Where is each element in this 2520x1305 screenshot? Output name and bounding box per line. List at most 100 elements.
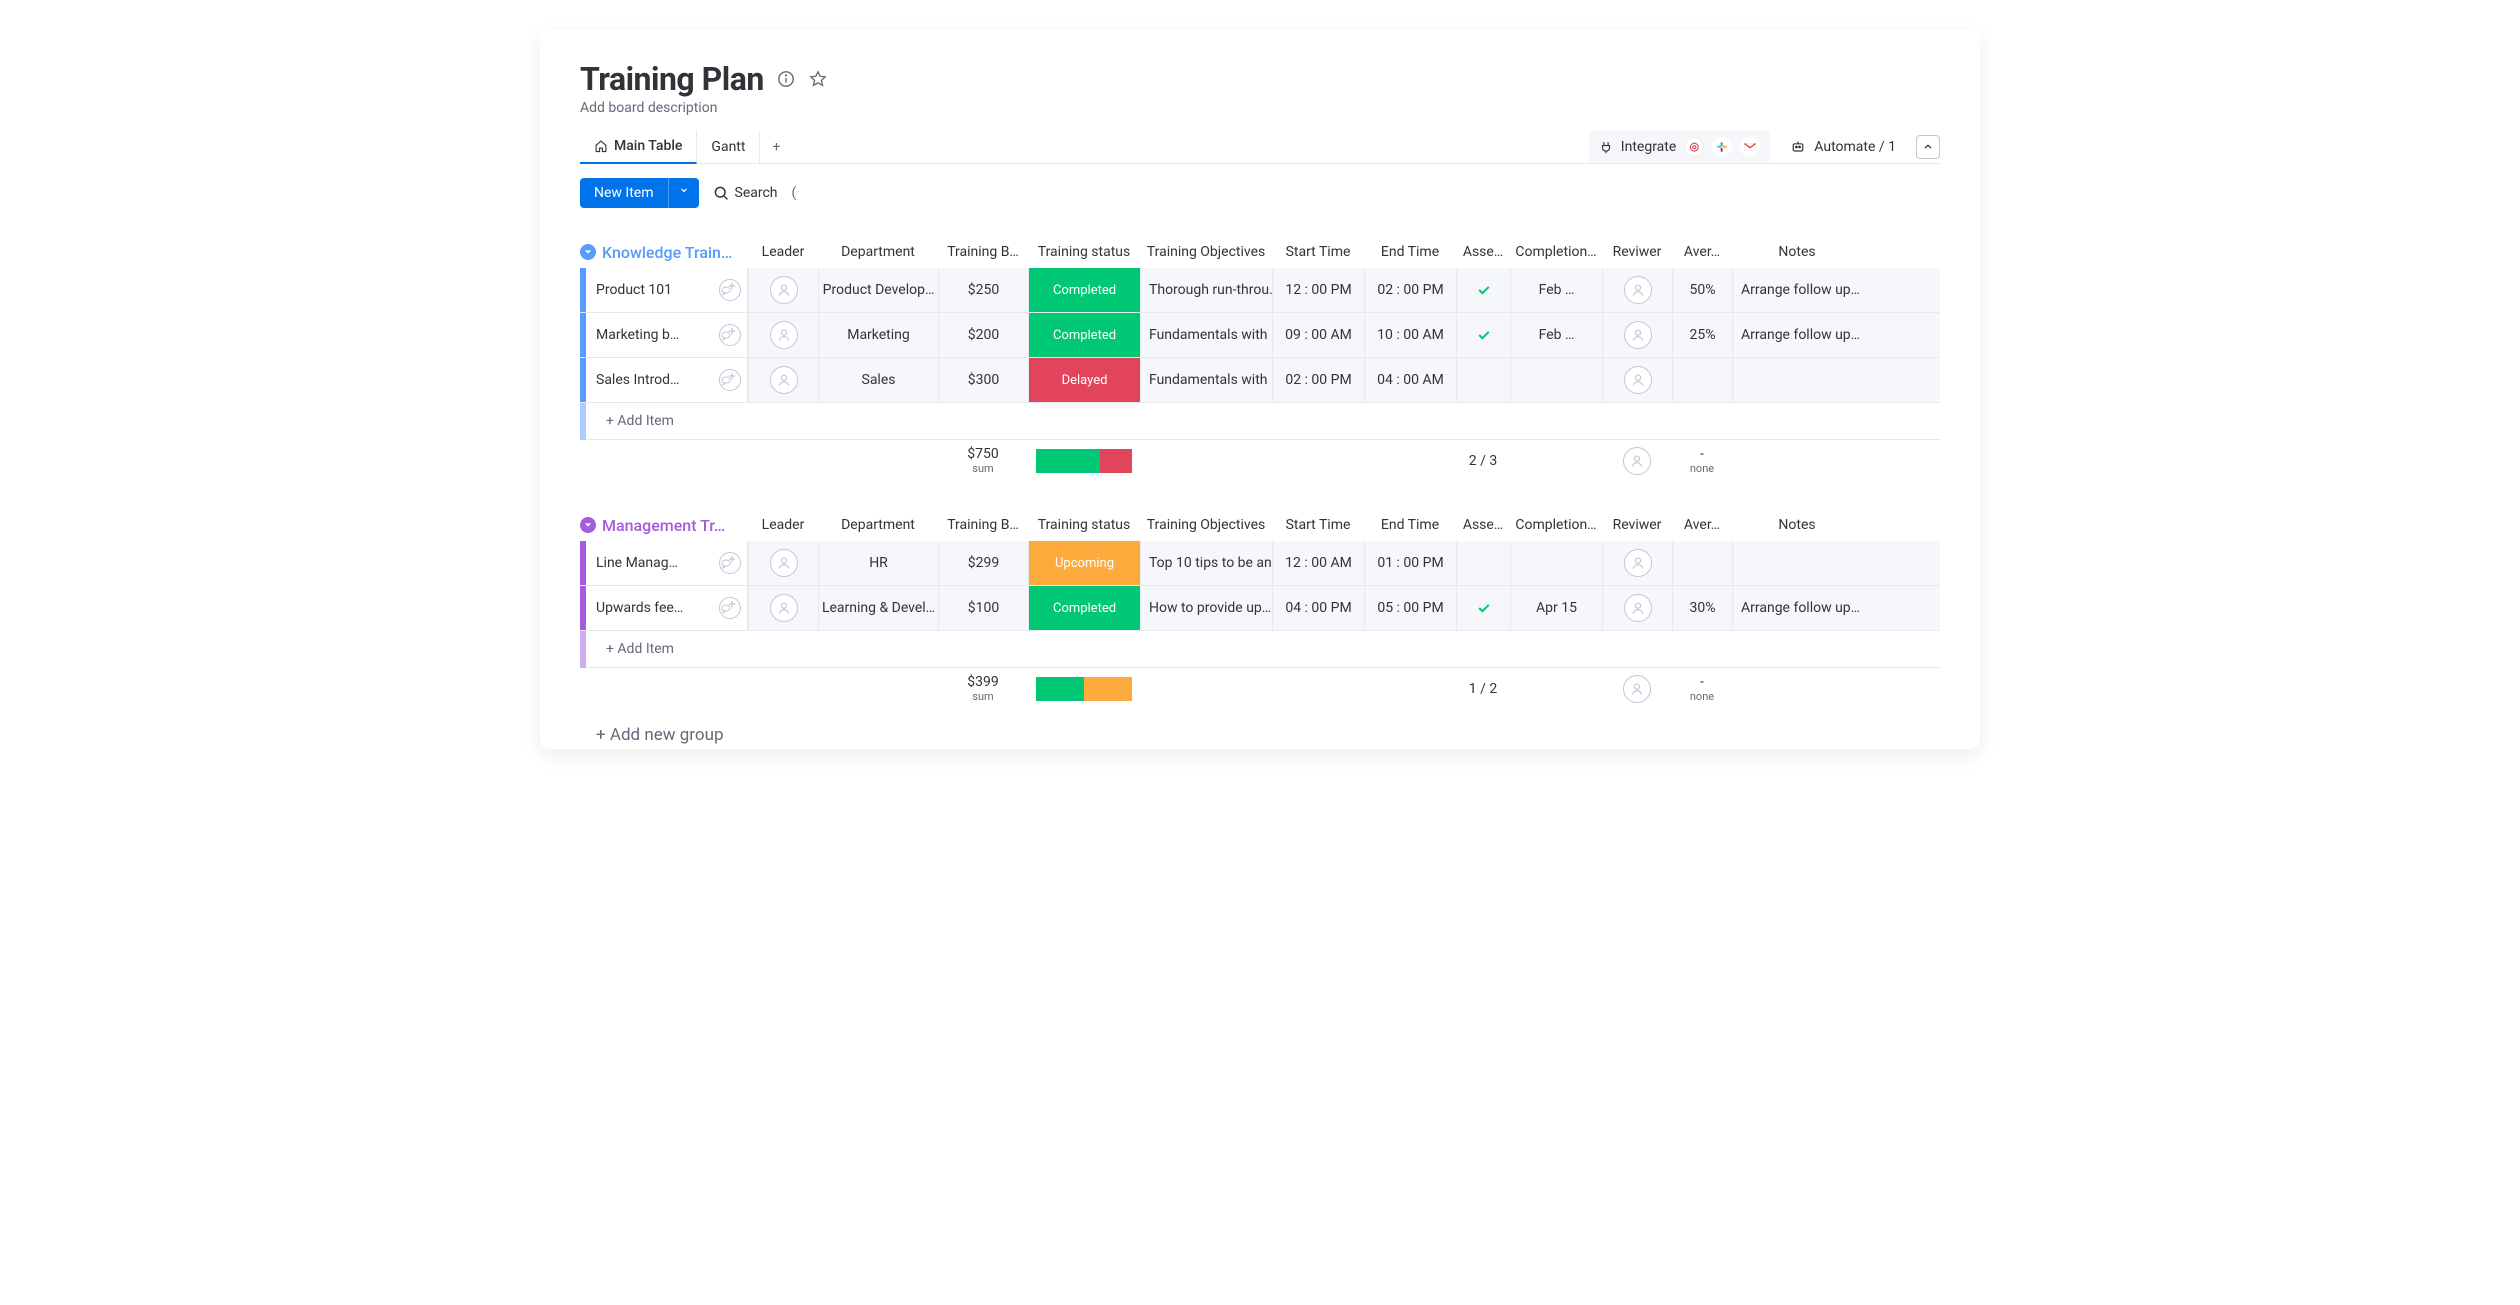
assessment-cell[interactable] [1456, 313, 1510, 357]
status-cell[interactable]: Upcoming [1028, 541, 1140, 585]
table-row[interactable]: Marketing b… Marketing $200 Completed Fu… [580, 313, 1940, 358]
notes-cell[interactable]: Arrange follow up… [1732, 586, 1862, 630]
leader-cell[interactable] [748, 268, 818, 312]
conversation-icon[interactable] [719, 597, 741, 619]
col-notes[interactable]: Notes [1732, 509, 1862, 541]
collapse-header-button[interactable] [1916, 135, 1940, 159]
automate-button[interactable]: Automate / 1 [1780, 133, 1906, 161]
tab-main-table[interactable]: Main Table [580, 130, 697, 164]
col-start-time[interactable]: Start Time [1272, 236, 1364, 268]
group-collapse-button[interactable] [580, 517, 596, 533]
budget-cell[interactable]: $300 [938, 358, 1028, 402]
end-time-cell[interactable]: 05 : 00 PM [1364, 586, 1456, 630]
new-item-button[interactable]: New Item [580, 178, 699, 208]
objectives-cell[interactable]: Fundamentals with … [1140, 358, 1272, 402]
leader-cell[interactable] [748, 358, 818, 402]
department-cell[interactable]: Learning & Devel… [818, 586, 938, 630]
notes-cell[interactable] [1732, 358, 1862, 402]
table-row[interactable]: Sales Introd… Sales $300 Delayed Fundame… [580, 358, 1940, 403]
item-name-cell[interactable]: Marketing b… [586, 313, 748, 357]
add-view-button[interactable]: + [760, 131, 792, 163]
conversation-icon[interactable] [719, 552, 741, 574]
average-cell[interactable]: 25% [1672, 313, 1732, 357]
col-end-time[interactable]: End Time [1364, 509, 1456, 541]
add-item-button[interactable]: + Add Item [586, 631, 1940, 668]
average-cell[interactable] [1672, 358, 1732, 402]
item-name-cell[interactable]: Upwards fee… [586, 586, 748, 630]
new-item-label[interactable]: New Item [580, 178, 668, 208]
completion-cell[interactable] [1510, 541, 1602, 585]
end-time-cell[interactable]: 02 : 00 PM [1364, 268, 1456, 312]
average-cell[interactable]: 30% [1672, 586, 1732, 630]
leader-cell[interactable] [748, 313, 818, 357]
average-cell[interactable] [1672, 541, 1732, 585]
tab-gantt[interactable]: Gantt [697, 131, 760, 163]
table-row[interactable]: Line Manag… HR $299 Upcoming Top 10 tips… [580, 541, 1940, 586]
col-assessment[interactable]: Asse… [1456, 236, 1510, 268]
end-time-cell[interactable]: 10 : 00 AM [1364, 313, 1456, 357]
col-leader[interactable]: Leader [748, 236, 818, 268]
notes-cell[interactable] [1732, 541, 1862, 585]
assessment-cell[interactable] [1456, 268, 1510, 312]
col-status[interactable]: Training status [1028, 236, 1140, 268]
search-button[interactable]: Search [713, 185, 778, 201]
col-budget[interactable]: Training B… [938, 236, 1028, 268]
notes-cell[interactable]: Arrange follow up… [1732, 313, 1862, 357]
average-cell[interactable]: 50% [1672, 268, 1732, 312]
objectives-cell[interactable]: Thorough run-throu… [1140, 268, 1272, 312]
item-name-cell[interactable]: Sales Introd… [586, 358, 748, 402]
budget-cell[interactable]: $250 [938, 268, 1028, 312]
col-average[interactable]: Aver… [1672, 236, 1732, 268]
group-collapse-button[interactable] [580, 244, 596, 260]
col-start-time[interactable]: Start Time [1272, 509, 1364, 541]
status-cell[interactable]: Completed [1028, 313, 1140, 357]
col-department[interactable]: Department [818, 509, 938, 541]
reviewer-cell[interactable] [1602, 313, 1672, 357]
budget-cell[interactable]: $299 [938, 541, 1028, 585]
col-objectives[interactable]: Training Objectives [1140, 236, 1272, 268]
conversation-icon[interactable] [719, 324, 741, 346]
objectives-cell[interactable]: Fundamentals with … [1140, 313, 1272, 357]
notes-cell[interactable]: Arrange follow up… [1732, 268, 1862, 312]
status-cell[interactable]: Delayed [1028, 358, 1140, 402]
completion-cell[interactable] [1510, 358, 1602, 402]
assessment-cell[interactable] [1456, 586, 1510, 630]
add-item-button[interactable]: + Add Item [586, 403, 1940, 440]
leader-cell[interactable] [748, 541, 818, 585]
board-title[interactable]: Training Plan [580, 60, 764, 98]
col-status[interactable]: Training status [1028, 509, 1140, 541]
department-cell[interactable]: HR [818, 541, 938, 585]
status-cell[interactable]: Completed [1028, 586, 1140, 630]
new-item-caret[interactable] [668, 178, 699, 208]
objectives-cell[interactable]: Top 10 tips to be an… [1140, 541, 1272, 585]
table-row[interactable]: Upwards fee… Learning & Devel… $100 Comp… [580, 586, 1940, 631]
col-average[interactable]: Aver… [1672, 509, 1732, 541]
item-name-cell[interactable]: Product 101 [586, 268, 748, 312]
col-reviewer[interactable]: Reviwer [1602, 236, 1672, 268]
board-description[interactable]: Add board description [580, 100, 1940, 116]
col-leader[interactable]: Leader [748, 509, 818, 541]
end-time-cell[interactable]: 04 : 00 AM [1364, 358, 1456, 402]
person-filter-hint[interactable]: ( [792, 185, 797, 201]
col-completion[interactable]: Completion… [1510, 236, 1602, 268]
reviewer-cell[interactable] [1602, 586, 1672, 630]
end-time-cell[interactable]: 01 : 00 PM [1364, 541, 1456, 585]
assessment-cell[interactable] [1456, 541, 1510, 585]
department-cell[interactable]: Marketing [818, 313, 938, 357]
start-time-cell[interactable]: 12 : 00 PM [1272, 268, 1364, 312]
budget-cell[interactable]: $100 [938, 586, 1028, 630]
objectives-cell[interactable]: How to provide up… [1140, 586, 1272, 630]
col-completion[interactable]: Completion… [1510, 509, 1602, 541]
conversation-icon[interactable] [719, 369, 741, 391]
col-end-time[interactable]: End Time [1364, 236, 1456, 268]
department-cell[interactable]: Sales [818, 358, 938, 402]
start-time-cell[interactable]: 12 : 00 AM [1272, 541, 1364, 585]
info-icon[interactable] [776, 69, 796, 89]
col-objectives[interactable]: Training Objectives [1140, 509, 1272, 541]
table-row[interactable]: Product 101 Product Develop… $250 Comple… [580, 268, 1940, 313]
reviewer-cell[interactable] [1602, 358, 1672, 402]
start-time-cell[interactable]: 04 : 00 PM [1272, 586, 1364, 630]
assessment-cell[interactable] [1456, 358, 1510, 402]
leader-cell[interactable] [748, 586, 818, 630]
add-group-button[interactable]: + Add new group [580, 709, 1940, 749]
